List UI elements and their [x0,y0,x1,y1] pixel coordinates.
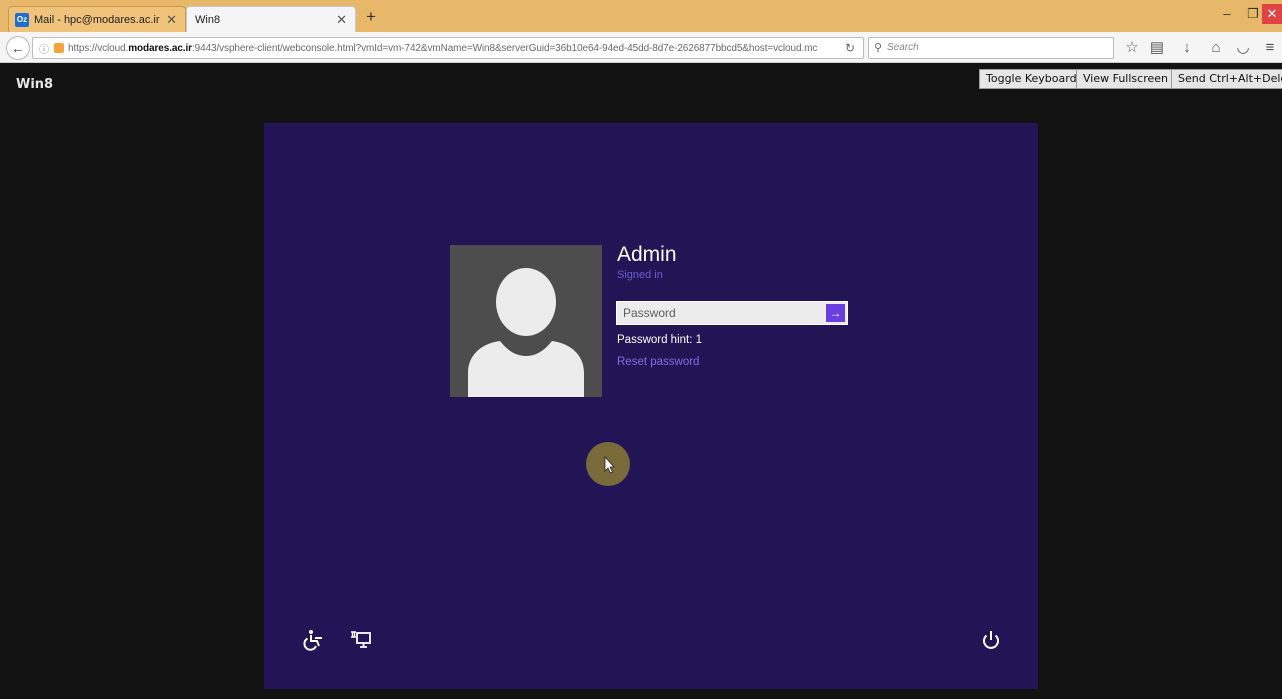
browser-tab-bar: Oz Mail - hpc@modares.ac.ir ✕ Win8 ✕ + –… [0,0,1282,32]
tab-mail-label: Mail - hpc@modares.ac.ir [34,13,160,26]
browser-nav-bar: ← ⓘ https://vcloud.modares.ac.ir:9443/vs… [0,32,1282,63]
network-icon[interactable] [349,628,373,652]
tab-mail[interactable]: Oz Mail - hpc@modares.ac.ir ✕ [8,6,186,32]
outlook-icon: Oz [15,12,29,27]
home-icon[interactable]: ⌂ [1206,38,1226,58]
minimize-button[interactable]: – [1214,4,1240,24]
user-name: Admin [617,243,677,266]
back-button[interactable]: ← [6,36,30,60]
password-hint: Password hint: 1 [617,334,703,346]
password-input[interactable] [617,302,824,324]
search-input[interactable]: ⚲ Search [868,37,1114,59]
search-icon: ⚲ [874,42,883,54]
user-avatar [450,245,602,397]
ease-of-access-icon[interactable] [302,628,326,652]
close-window-button[interactable]: ✕ [1262,4,1282,24]
bookmark-star-icon[interactable]: ☆ [1122,38,1142,58]
mouse-pointer-icon [604,455,615,474]
url-text: https://vcloud.modares.ac.ir:9443/vspher… [68,42,818,54]
tab-win8[interactable]: Win8 ✕ [186,6,356,32]
downloads-icon[interactable]: ↓ [1177,38,1197,58]
toggle-keyboard-button[interactable]: Toggle Keyboard [979,69,1084,89]
mouse-cursor-highlight [586,442,630,486]
submit-arrow-button[interactable]: → [826,304,845,322]
user-status: Signed in [617,269,663,281]
insecure-lock-icon[interactable] [54,43,64,53]
vm-console-screen[interactable]: Admin Signed in → Password hint: 1 Reset… [264,123,1038,689]
vm-title: Win8 [16,77,54,92]
pocket-icon[interactable]: ◡ [1233,38,1253,58]
url-bar[interactable]: ⓘ https://vcloud.modares.ac.ir:9443/vsph… [32,37,864,59]
close-tab-icon[interactable]: ✕ [166,12,177,28]
user-silhouette-icon [468,268,584,397]
reset-password-link[interactable]: Reset password [617,356,699,368]
search-placeholder: Search [887,42,919,53]
tab-win8-label: Win8 [195,13,221,26]
close-tab-icon[interactable]: ✕ [336,12,347,28]
password-field[interactable]: → [616,301,848,325]
reading-list-icon[interactable]: ▤ [1147,38,1167,58]
info-icon[interactable]: ⓘ [39,41,49,56]
send-ctrl-alt-delete-button[interactable]: Send Ctrl+Alt+Delete [1171,69,1282,89]
reload-icon[interactable]: ↻ [845,41,855,55]
view-fullscreen-button[interactable]: View Fullscreen [1076,69,1175,89]
power-icon[interactable] [979,628,1003,652]
new-tab-button[interactable]: + [360,6,382,28]
menu-icon[interactable]: ≡ [1260,38,1280,58]
